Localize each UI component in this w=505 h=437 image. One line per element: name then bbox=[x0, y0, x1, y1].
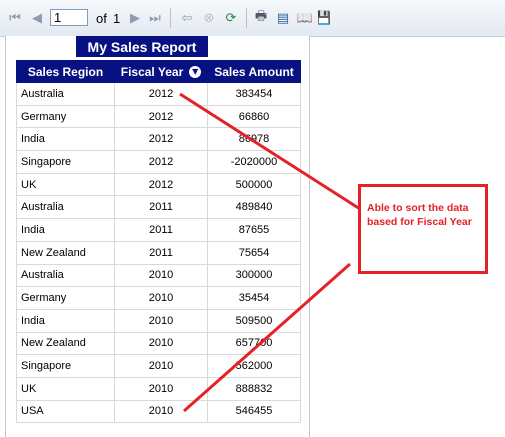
cell-sales-amount: 657700 bbox=[207, 331, 301, 356]
cell-sales-amount: 546455 bbox=[207, 399, 301, 424]
cell-sales-region: UK bbox=[16, 172, 115, 197]
table-row: India 2012 86978 bbox=[16, 127, 301, 152]
table-row: Australia 2011 489840 bbox=[16, 195, 301, 220]
next-page-icon[interactable]: ▶ bbox=[126, 9, 144, 27]
stop-icon[interactable]: ⊗ bbox=[200, 9, 218, 27]
cell-sales-region: UK bbox=[16, 376, 115, 401]
cell-fiscal-year: 2012 bbox=[114, 104, 208, 129]
page-number-input[interactable] bbox=[50, 9, 88, 26]
cell-fiscal-year: 2011 bbox=[114, 218, 208, 242]
column-header-sales-amount: Sales Amount bbox=[207, 60, 301, 83]
print-icon[interactable]: 🖶 bbox=[252, 9, 270, 27]
cell-fiscal-year: 2011 bbox=[114, 240, 208, 265]
cell-fiscal-year: 2011 bbox=[114, 195, 208, 220]
table-row: Germany 2010 35454 bbox=[16, 286, 301, 310]
print-layout-icon[interactable]: ▤ bbox=[274, 9, 292, 27]
table-row: Germany 2012 66860 bbox=[16, 104, 301, 129]
cell-sales-region: New Zealand bbox=[16, 240, 115, 265]
cell-sales-region: New Zealand bbox=[16, 331, 115, 356]
cell-fiscal-year: 2010 bbox=[114, 286, 208, 310]
table-row: Singapore 2012 -2020000 bbox=[16, 150, 301, 174]
toolbar-separator bbox=[246, 8, 247, 28]
page-setup-icon[interactable]: 📖 bbox=[296, 9, 314, 27]
cell-sales-amount: -2020000 bbox=[207, 150, 301, 174]
table-row: Singapore 2010 562000 bbox=[16, 354, 301, 378]
cell-sales-region: Germany bbox=[16, 104, 115, 129]
cell-sales-region: Singapore bbox=[16, 354, 115, 378]
annotation-callout: Able to sort the data based for Fiscal Y… bbox=[358, 184, 488, 274]
table-row: Australia 2010 300000 bbox=[16, 263, 301, 288]
table-row: Australia 2012 383454 bbox=[16, 82, 301, 106]
cell-fiscal-year: 2010 bbox=[114, 376, 208, 401]
toolbar-separator bbox=[170, 8, 171, 28]
table-row: New Zealand 2010 657700 bbox=[16, 331, 301, 356]
cell-fiscal-year: 2010 bbox=[114, 354, 208, 378]
refresh-icon[interactable]: ⟳ bbox=[222, 9, 240, 27]
column-header-fiscal-year[interactable]: Fiscal Year ▼ bbox=[114, 60, 208, 83]
cell-sales-region: India bbox=[16, 218, 115, 242]
last-page-icon[interactable]: ⏭ bbox=[146, 9, 164, 27]
previous-page-icon[interactable]: ◀ bbox=[28, 9, 46, 27]
table-row: India 2011 87655 bbox=[16, 218, 301, 242]
table-row: UK 2010 888832 bbox=[16, 376, 301, 401]
cell-sales-amount: 300000 bbox=[207, 263, 301, 288]
cell-sales-amount: 383454 bbox=[207, 82, 301, 106]
cell-sales-region: India bbox=[16, 127, 115, 152]
cell-sales-amount: 35454 bbox=[207, 286, 301, 310]
cell-fiscal-year: 2010 bbox=[114, 331, 208, 356]
cell-sales-amount: 562000 bbox=[207, 354, 301, 378]
cell-sales-amount: 509500 bbox=[207, 308, 301, 333]
cell-sales-region: India bbox=[16, 308, 115, 333]
annotation-text: Able to sort the data based for Fiscal Y… bbox=[367, 202, 472, 228]
cell-sales-amount: 66860 bbox=[207, 104, 301, 129]
cell-fiscal-year: 2010 bbox=[114, 263, 208, 288]
cell-sales-amount: 888832 bbox=[207, 376, 301, 401]
cell-sales-amount: 75654 bbox=[207, 240, 301, 265]
table-row: USA 2010 546455 bbox=[16, 399, 301, 424]
cell-fiscal-year: 2012 bbox=[114, 172, 208, 197]
cell-sales-region: USA bbox=[16, 399, 115, 424]
table-row: New Zealand 2011 75654 bbox=[16, 240, 301, 265]
cell-sales-amount: 500000 bbox=[207, 172, 301, 197]
cell-sales-amount: 87655 bbox=[207, 218, 301, 242]
report-toolbar: ⏮ ◀ of 1 ▶ ⏭ ⇦ ⊗ ⟳ 🖶 ▤ 📖 💾 bbox=[0, 0, 505, 37]
of-label: of bbox=[96, 11, 107, 26]
total-pages: 1 bbox=[113, 11, 121, 26]
cell-fiscal-year: 2012 bbox=[114, 150, 208, 174]
sales-table: Sales Region Fiscal Year ▼ Sales Amount A… bbox=[16, 60, 301, 424]
cell-fiscal-year: 2012 bbox=[114, 82, 208, 106]
cell-fiscal-year: 2012 bbox=[114, 127, 208, 152]
cell-sales-region: Australia bbox=[16, 82, 115, 106]
column-header-sales-region: Sales Region bbox=[16, 60, 115, 83]
cell-fiscal-year: 2010 bbox=[114, 308, 208, 333]
cell-sales-region: Singapore bbox=[16, 150, 115, 174]
table-row: India 2010 509500 bbox=[16, 308, 301, 333]
cell-sales-region: Germany bbox=[16, 286, 115, 310]
sort-icon[interactable]: ▼ bbox=[189, 65, 202, 78]
first-page-icon[interactable]: ⏮ bbox=[6, 9, 24, 27]
cell-sales-region: Australia bbox=[16, 263, 115, 288]
cell-sales-amount: 489840 bbox=[207, 195, 301, 220]
report-title: My Sales Report bbox=[76, 36, 208, 57]
cell-sales-amount: 86978 bbox=[207, 127, 301, 152]
cell-fiscal-year: 2010 bbox=[114, 399, 208, 424]
back-icon[interactable]: ⇦ bbox=[178, 9, 196, 27]
cell-sales-region: Australia bbox=[16, 195, 115, 220]
export-icon[interactable]: 💾 bbox=[318, 9, 330, 27]
table-row: UK 2012 500000 bbox=[16, 172, 301, 197]
